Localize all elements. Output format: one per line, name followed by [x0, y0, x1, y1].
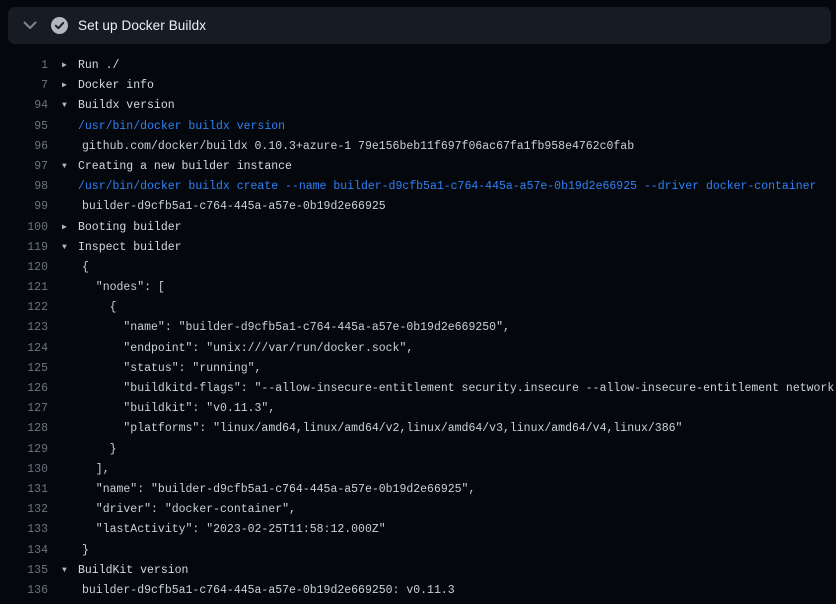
line-number[interactable]: 133	[0, 520, 48, 540]
log-line-text: github.com/docker/buildx 0.10.3+azure-1 …	[78, 137, 634, 157]
log-line-text: }	[78, 440, 117, 460]
group-toggle-icon[interactable]: ▼	[62, 561, 78, 581]
line-number[interactable]: 95	[0, 117, 48, 137]
log-output-line: 99 builder-d9cfb5a1-c764-445a-a57e-0b19d…	[0, 197, 836, 217]
log-output-line: 120 {	[0, 258, 836, 278]
check-circle-icon	[51, 17, 68, 34]
log-line-text[interactable]: BuildKit version	[78, 561, 188, 581]
line-number[interactable]: 120	[0, 258, 48, 278]
log-line-text: "name": "builder-d9cfb5a1-c764-445a-a57e…	[78, 480, 475, 500]
log-output-line: 126 "buildkitd-flags": "--allow-insecure…	[0, 379, 836, 399]
line-number[interactable]: 121	[0, 278, 48, 298]
log-area[interactable]: 1 ▶ Run ./ 7 ▶ Docker info 94 ▼ Buildx v…	[0, 44, 836, 604]
group-toggle-icon[interactable]: ▶	[62, 56, 78, 76]
line-number[interactable]: 128	[0, 419, 48, 439]
line-number[interactable]: 124	[0, 339, 48, 359]
actions-log-viewer: Set up Docker Buildx 1 ▶ Run ./ 7 ▶ Dock…	[0, 0, 836, 604]
log-group-line: 135 ▼ BuildKit version	[0, 561, 836, 581]
log-group-line: 119 ▼ Inspect builder	[0, 238, 836, 258]
log-output-line: 122 {	[0, 298, 836, 318]
line-number[interactable]: 136	[0, 581, 48, 601]
log-output-line: 129 }	[0, 440, 836, 460]
line-number[interactable]: 130	[0, 460, 48, 480]
log-line-text: "driver": "docker-container",	[78, 500, 296, 520]
line-number[interactable]: 132	[0, 500, 48, 520]
line-number[interactable]: 123	[0, 318, 48, 338]
log-command-line: 95 /usr/bin/docker buildx version	[0, 117, 836, 137]
log-group-line: 7 ▶ Docker info	[0, 76, 836, 96]
step-title: Set up Docker Buildx	[78, 18, 206, 33]
log-output-line: 131 "name": "builder-d9cfb5a1-c764-445a-…	[0, 480, 836, 500]
log-group-line: 1 ▶ Run ./	[0, 56, 836, 76]
log-output-line: 128 "platforms": "linux/amd64,linux/amd6…	[0, 419, 836, 439]
log-output-line: 121 "nodes": [	[0, 278, 836, 298]
log-line-text: builder-d9cfb5a1-c764-445a-a57e-0b19d2e6…	[78, 581, 455, 601]
line-number[interactable]: 126	[0, 379, 48, 399]
log-output-line: 132 "driver": "docker-container",	[0, 500, 836, 520]
line-number[interactable]: 135	[0, 561, 48, 581]
log-output-line: 133 "lastActivity": "2023-02-25T11:58:12…	[0, 520, 836, 540]
line-number[interactable]: 127	[0, 399, 48, 419]
log-line-text: "status": "running",	[78, 359, 261, 379]
log-line-text[interactable]: Docker info	[78, 76, 154, 96]
log-line-text: "buildkit": "v0.11.3",	[78, 399, 275, 419]
group-toggle-icon[interactable]: ▶	[62, 218, 78, 238]
log-line-text: builder-d9cfb5a1-c764-445a-a57e-0b19d2e6…	[78, 197, 386, 217]
log-line-text: /usr/bin/docker buildx create --name bui…	[78, 177, 816, 197]
line-number[interactable]: 100	[0, 218, 48, 238]
line-number[interactable]: 99	[0, 197, 48, 217]
log-line-text[interactable]: Run ./	[78, 56, 119, 76]
line-number[interactable]: 129	[0, 440, 48, 460]
log-line-text: {	[78, 298, 117, 318]
line-number[interactable]: 94	[0, 96, 48, 116]
step-header[interactable]: Set up Docker Buildx	[8, 7, 831, 44]
log-line-text: ],	[78, 460, 110, 480]
log-line-text: }	[78, 541, 89, 561]
line-number[interactable]: 98	[0, 177, 48, 197]
log-output-line: 123 "name": "builder-d9cfb5a1-c764-445a-…	[0, 318, 836, 338]
line-number[interactable]: 131	[0, 480, 48, 500]
log-output-line: 136 builder-d9cfb5a1-c764-445a-a57e-0b19…	[0, 581, 836, 601]
log-line-text: {	[78, 258, 89, 278]
line-number[interactable]: 96	[0, 137, 48, 157]
log-group-line: 94 ▼ Buildx version	[0, 96, 836, 116]
log-command-line: 98 /usr/bin/docker buildx create --name …	[0, 177, 836, 197]
line-number[interactable]: 122	[0, 298, 48, 318]
log-group-line: 97 ▼ Creating a new builder instance	[0, 157, 836, 177]
log-line-text: /usr/bin/docker buildx version	[78, 117, 285, 137]
group-toggle-icon[interactable]: ▼	[62, 238, 78, 258]
log-output-line: 125 "status": "running",	[0, 359, 836, 379]
collapse-step-button[interactable]	[18, 14, 42, 38]
log-output-line: 124 "endpoint": "unix:///var/run/docker.…	[0, 339, 836, 359]
group-toggle-icon[interactable]: ▶	[62, 76, 78, 96]
log-group-line: 100 ▶ Booting builder	[0, 218, 836, 238]
line-number[interactable]: 1	[0, 56, 48, 76]
log-output-line: 127 "buildkit": "v0.11.3",	[0, 399, 836, 419]
line-number[interactable]: 125	[0, 359, 48, 379]
group-toggle-icon[interactable]: ▼	[62, 157, 78, 177]
log-line-text: "endpoint": "unix:///var/run/docker.sock…	[78, 339, 413, 359]
log-line-text[interactable]: Inspect builder	[78, 238, 182, 258]
log-line-text[interactable]: Buildx version	[78, 96, 175, 116]
line-number[interactable]: 134	[0, 541, 48, 561]
log-output-line: 96 github.com/docker/buildx 0.10.3+azure…	[0, 137, 836, 157]
chevron-down-icon	[23, 21, 37, 30]
log-line-text: "platforms": "linux/amd64,linux/amd64/v2…	[78, 419, 682, 439]
line-number[interactable]: 7	[0, 76, 48, 96]
log-line-text: "lastActivity": "2023-02-25T11:58:12.000…	[78, 520, 386, 540]
line-number[interactable]: 119	[0, 238, 48, 258]
log-line-text: "nodes": [	[78, 278, 165, 298]
group-toggle-icon[interactable]: ▼	[62, 96, 78, 116]
line-number[interactable]: 97	[0, 157, 48, 177]
log-line-text: "name": "builder-d9cfb5a1-c764-445a-a57e…	[78, 318, 510, 338]
log-line-text[interactable]: Creating a new builder instance	[78, 157, 292, 177]
log-output-line: 134 }	[0, 541, 836, 561]
log-output-line: 130 ],	[0, 460, 836, 480]
log-line-text[interactable]: Booting builder	[78, 218, 182, 238]
log-line-text: "buildkitd-flags": "--allow-insecure-ent…	[78, 379, 836, 399]
